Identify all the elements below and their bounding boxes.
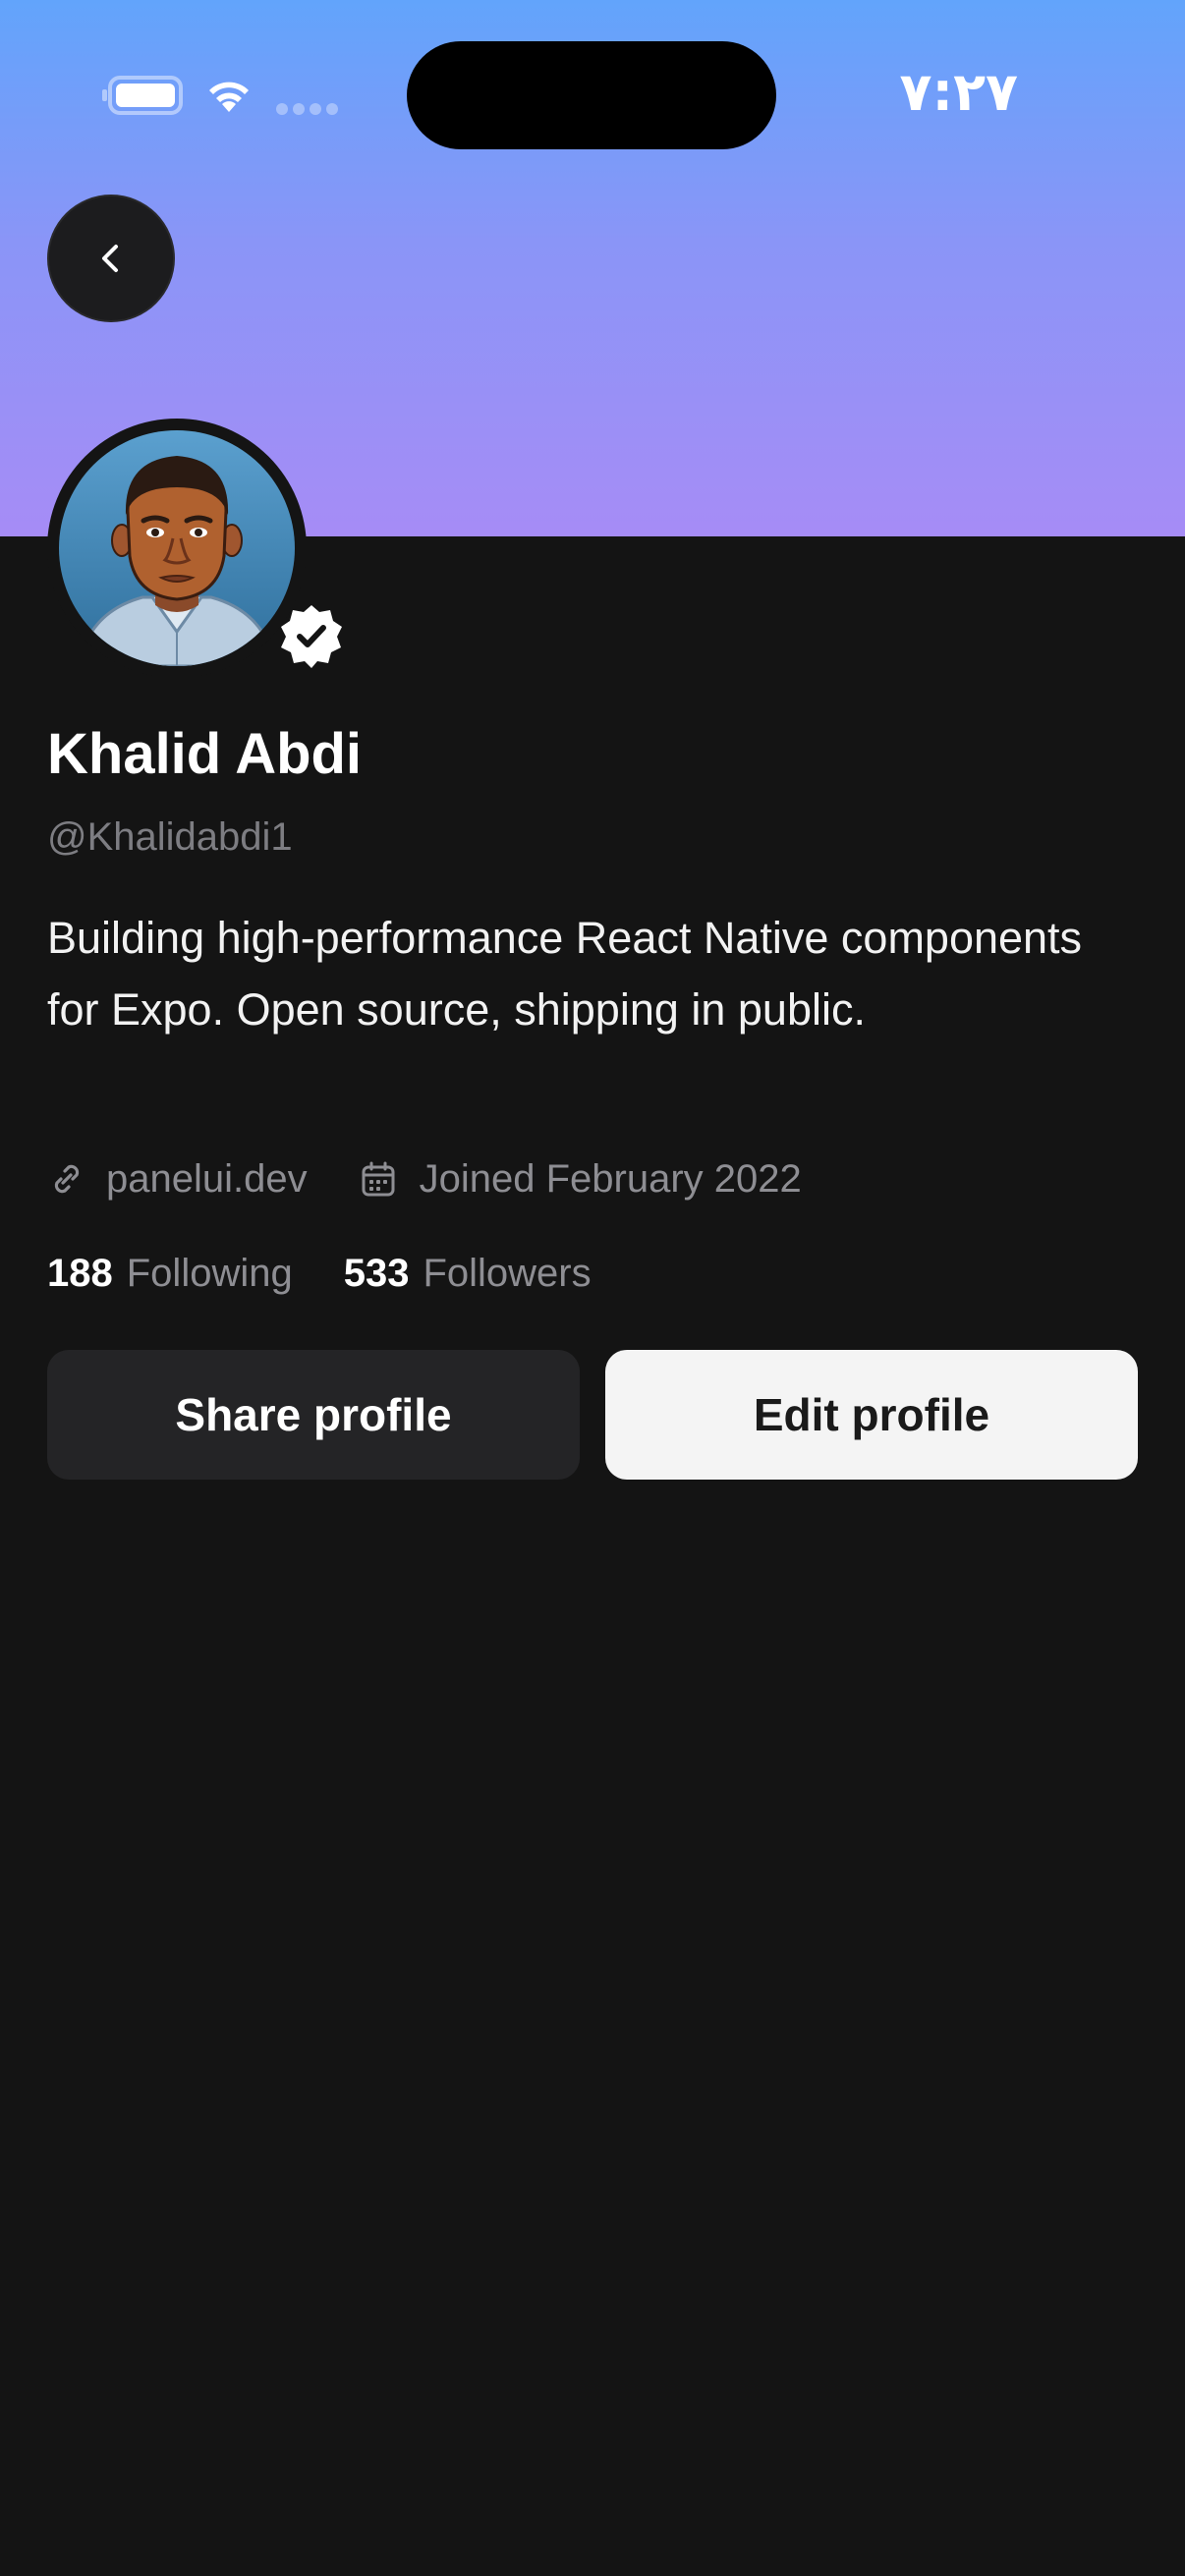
profile-meta: panelui.dev Joined February 2022 — [47, 1151, 802, 1206]
edit-profile-button[interactable]: Edit profile — [605, 1350, 1138, 1480]
link-icon — [54, 1164, 80, 1194]
battery-icon — [102, 76, 183, 115]
following-stat[interactable]: 188 Following — [47, 1252, 293, 1296]
back-button[interactable] — [47, 195, 175, 322]
avatar-frame — [47, 419, 307, 678]
following-count: 188 — [47, 1251, 113, 1295]
calendar-icon — [362, 1161, 395, 1197]
avatar-illustration — [59, 430, 295, 666]
profile-name: Khalid Abdi — [47, 722, 363, 786]
verified-badge-icon — [281, 605, 342, 668]
website-link[interactable]: panelui.dev — [106, 1157, 308, 1202]
profile-handle: @Khalidabdi1 — [47, 815, 293, 859]
share-profile-button[interactable]: Share profile — [47, 1350, 580, 1480]
status-bar: ۷:۲۷ — [0, 0, 1185, 177]
joined-date: Joined February 2022 — [359, 1157, 802, 1202]
profile-bio: Building high-performance React Native c… — [47, 913, 1083, 1035]
cellular-signal-icon — [276, 103, 338, 115]
joined-label: Joined February 2022 — [419, 1156, 802, 1201]
chevron-left-icon — [102, 245, 118, 272]
follow-stats: 188 Following 533 Followers — [47, 1246, 592, 1301]
avatar[interactable] — [59, 430, 295, 666]
followers-stat[interactable]: 533 Followers — [344, 1252, 592, 1296]
dynamic-island — [407, 41, 776, 149]
wifi-icon — [209, 82, 249, 112]
status-time: ۷:۲۷ — [899, 61, 1018, 123]
followers-count: 533 — [343, 1251, 410, 1295]
following-label: Following — [126, 1251, 293, 1295]
followers-label: Followers — [423, 1251, 592, 1295]
